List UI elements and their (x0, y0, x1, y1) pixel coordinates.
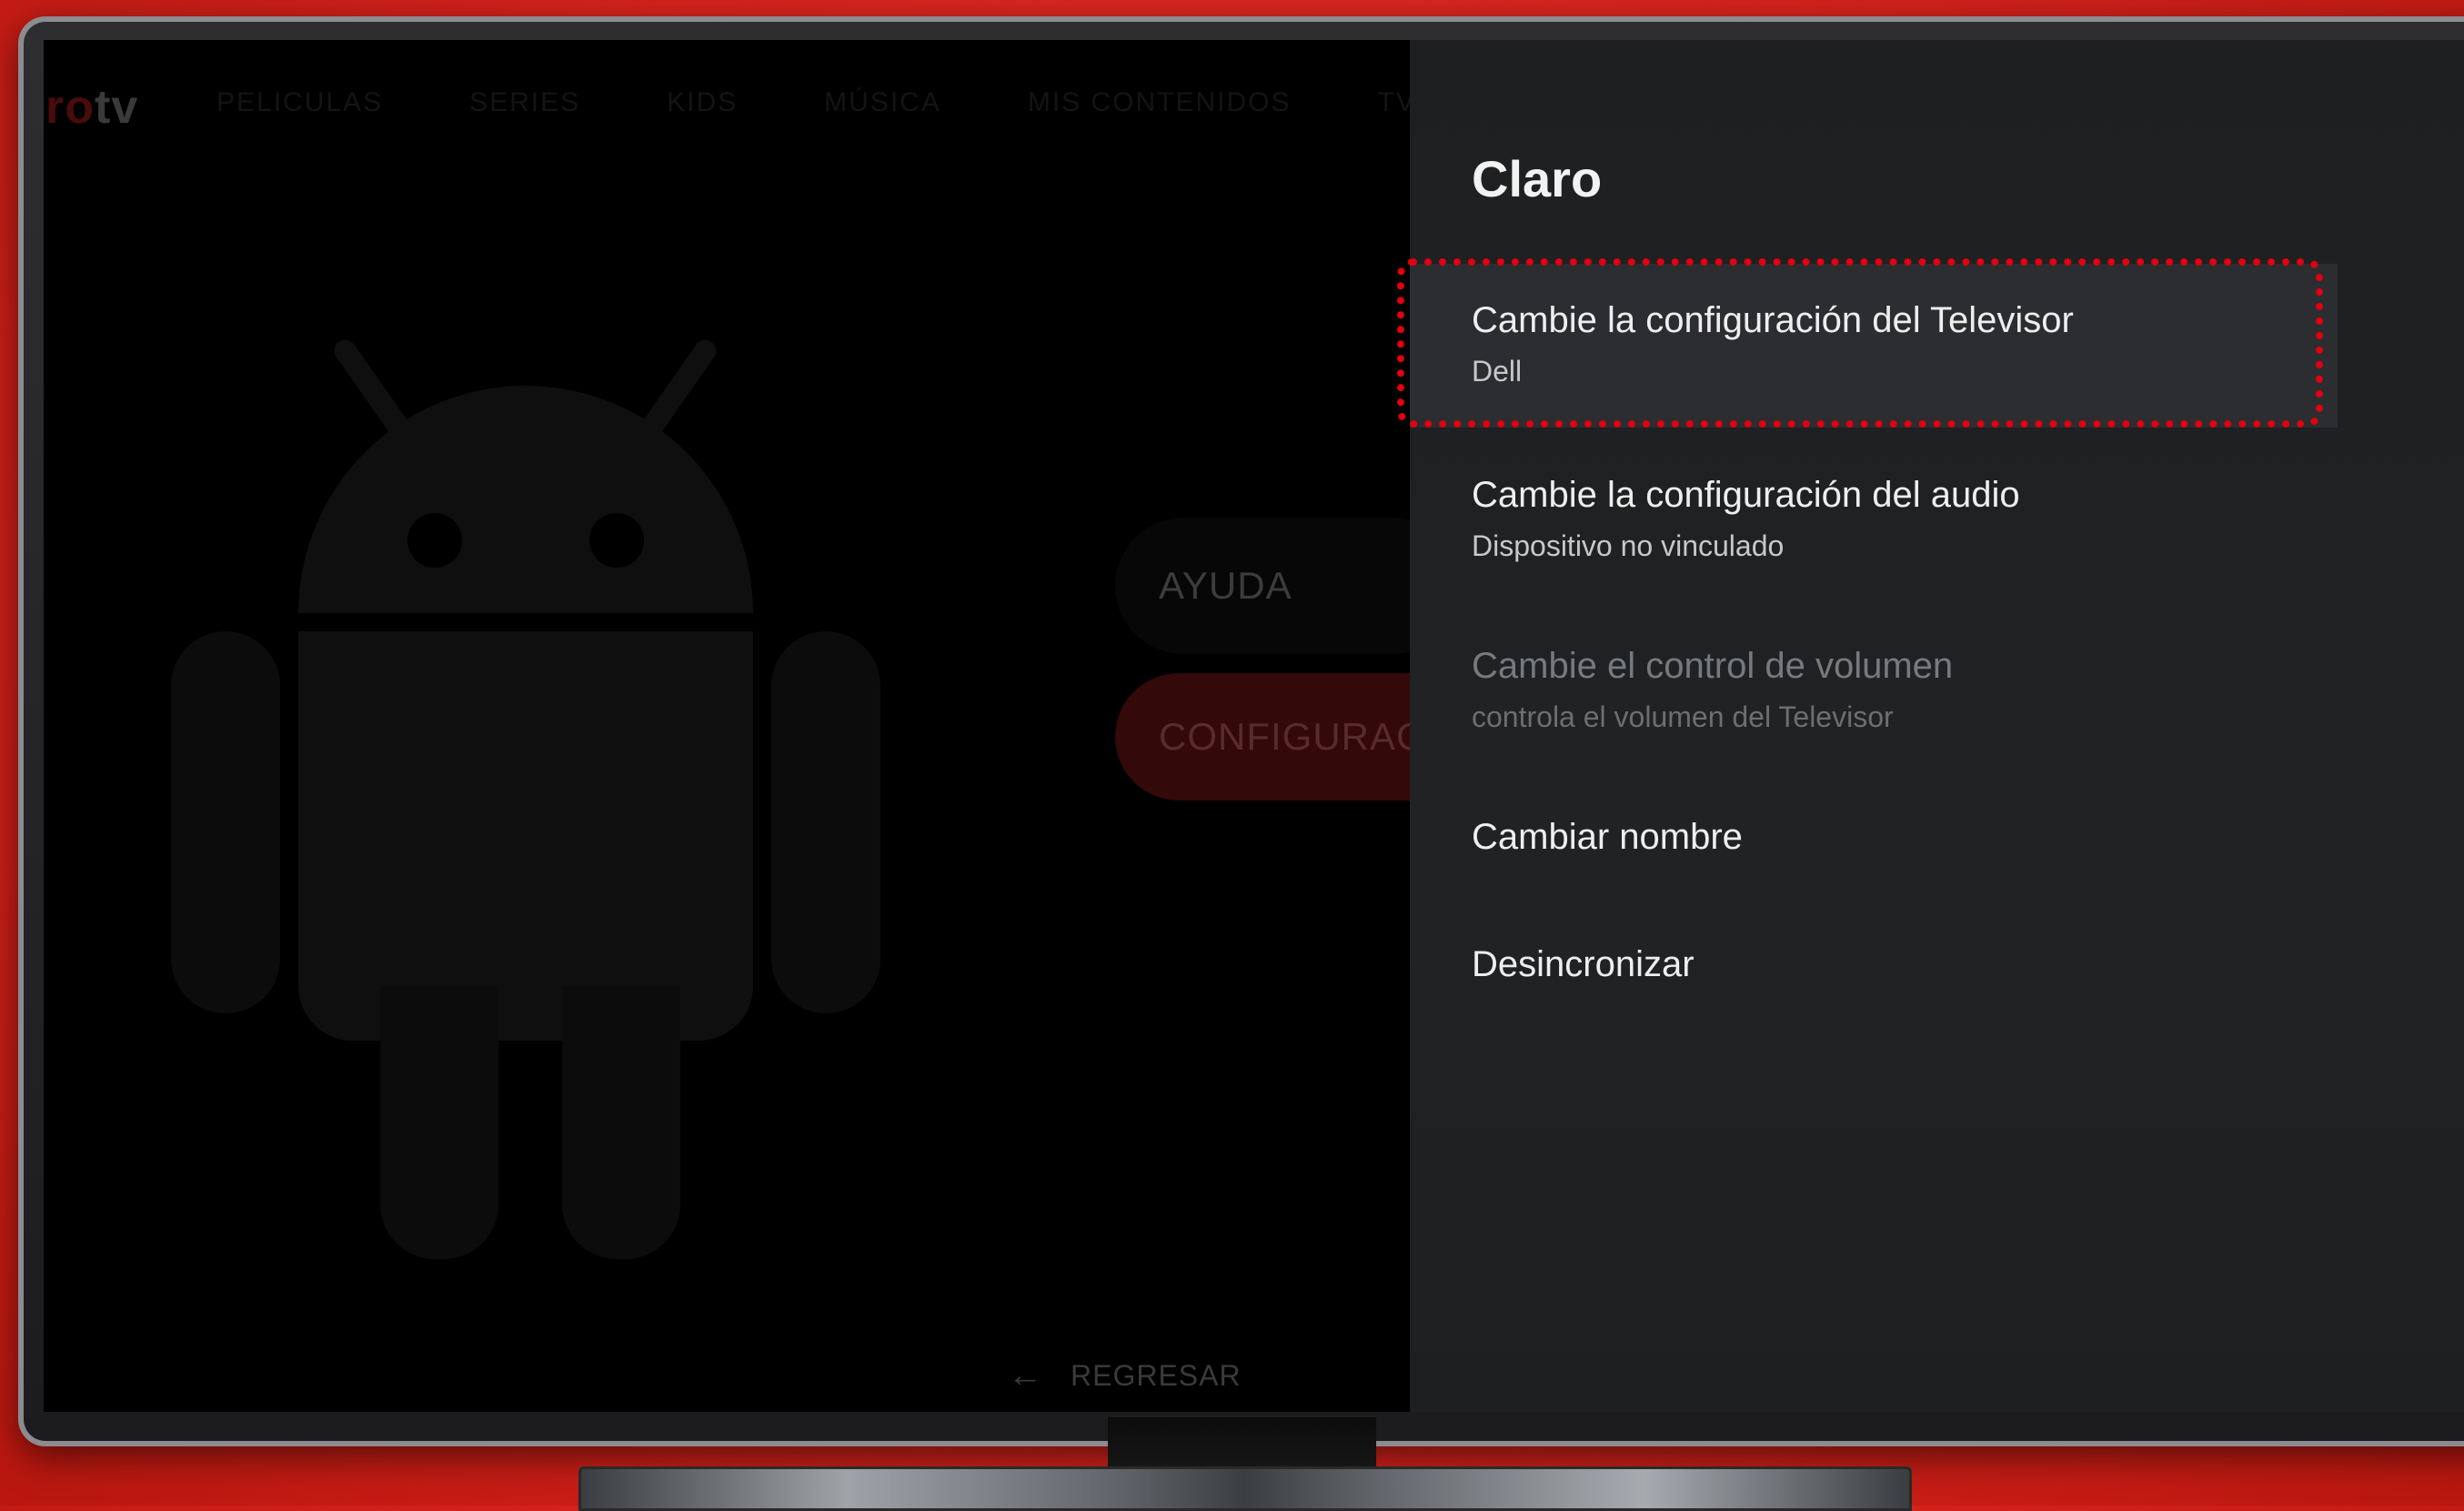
menu-item-label: Cambie la configuración del audio (1472, 475, 2020, 515)
menu-item-tv-settings[interactable]: Cambie la configuración del Televisor De… (1410, 264, 2338, 428)
arrow-left-icon: ← (1008, 1356, 1043, 1395)
back-button[interactable]: ← REGRESAR (1008, 1356, 1242, 1395)
settings-side-panel: Claro Cambie la configuración del Televi… (1397, 40, 2464, 1412)
help-button[interactable]: AYUDA (1115, 518, 1461, 654)
dimmed-app-background: rotv PELICULAS SERIES KIDS MÚSICA MIS CO… (44, 40, 1547, 1412)
tv-screen: rotv PELICULAS SERIES KIDS MÚSICA MIS CO… (44, 40, 2464, 1412)
menu-item-label: Cambie el control de volumen (1472, 646, 1954, 686)
nav-item[interactable]: PELICULAS (216, 87, 383, 118)
android-robot-icon (153, 331, 953, 1304)
logo-text-tv: tv (95, 81, 139, 134)
menu-item-label: Cambie la configuración del Televisor (1472, 300, 2074, 340)
menu-item-unsync[interactable]: Desincronizar (1410, 942, 2338, 986)
menu-item-label: Cambiar nombre (1472, 817, 1743, 857)
brand-logo: rotv (45, 80, 138, 135)
nav-item[interactable]: SERIES (469, 87, 580, 118)
menu-item-volume-control[interactable]: Cambie el control de volumen controla el… (1410, 644, 2338, 737)
logo-text-red: ro (45, 81, 95, 134)
top-navigation: PELICULAS SERIES KIDS MÚSICA MIS CONTENI… (216, 87, 1549, 118)
menu-item-subtitle: Dell (1472, 355, 1523, 388)
nav-item[interactable]: MIS CONTENIDOS (1028, 87, 1292, 118)
menu-item-label: Desincronizar (1472, 944, 1695, 984)
nav-item[interactable]: MÚSICA (824, 87, 941, 118)
menu-item-rename[interactable]: Cambiar nombre (1410, 815, 2338, 859)
menu-item-subtitle: controla el volumen del Televisor (1472, 700, 1894, 733)
menu-item-subtitle: Dispositivo no vinculado (1472, 529, 1785, 562)
tv-stand-base (578, 1466, 1912, 1511)
back-label: REGRESAR (1071, 1359, 1242, 1392)
panel-title: Claro (1472, 150, 1603, 207)
menu-item-audio-settings[interactable]: Cambie la configuración del audio Dispos… (1410, 473, 2338, 566)
nav-item[interactable]: KIDS (667, 87, 738, 118)
